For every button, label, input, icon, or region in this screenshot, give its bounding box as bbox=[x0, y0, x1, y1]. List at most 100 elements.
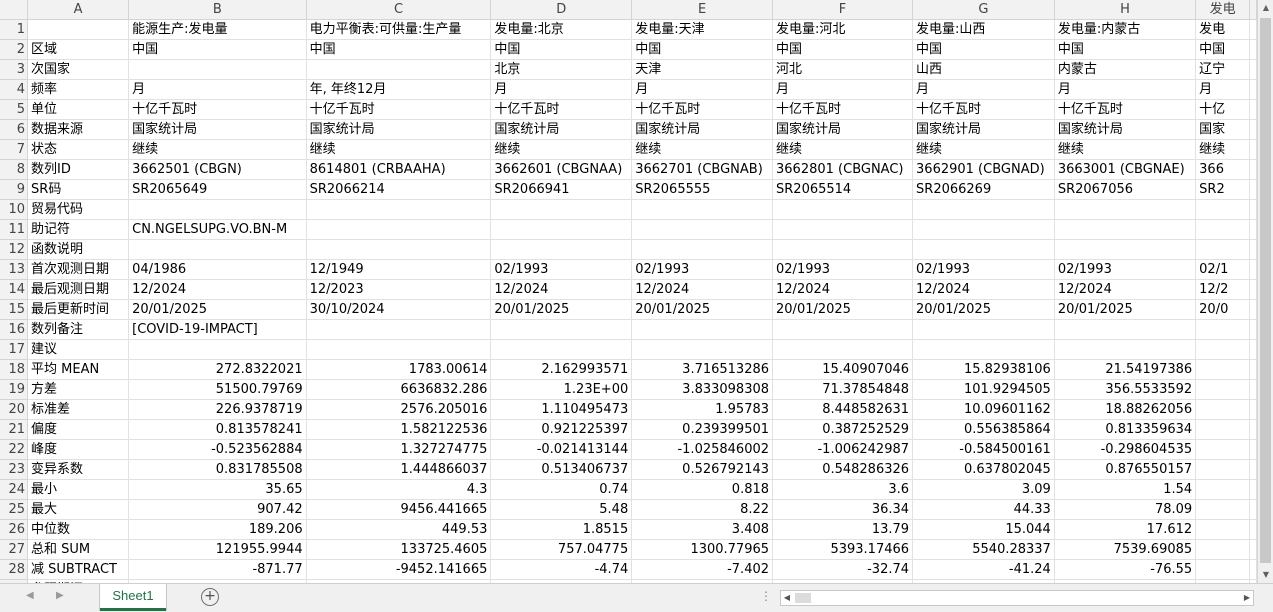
cell[interactable] bbox=[1249, 159, 1257, 180]
cell[interactable] bbox=[1195, 479, 1250, 500]
cell[interactable]: 十亿千瓦时 bbox=[1054, 99, 1197, 120]
cell[interactable] bbox=[1249, 59, 1257, 80]
cell[interactable] bbox=[1195, 519, 1250, 540]
cell[interactable] bbox=[1249, 379, 1257, 400]
cell[interactable] bbox=[1195, 499, 1250, 520]
cell[interactable]: 8.22 bbox=[631, 499, 774, 520]
cell[interactable]: 121955.9944 bbox=[128, 539, 307, 560]
cell[interactable]: 78.09 bbox=[1054, 499, 1197, 520]
cell[interactable]: -0.584500161 bbox=[912, 439, 1055, 460]
cell[interactable]: 年, 年终12月 bbox=[306, 79, 492, 100]
row-header[interactable]: 9 bbox=[0, 179, 29, 200]
row-header[interactable]: 2 bbox=[0, 39, 29, 60]
cell[interactable]: 1.54 bbox=[1054, 479, 1197, 500]
cell[interactable]: 3.09 bbox=[912, 479, 1055, 500]
cell[interactable]: 助记符 bbox=[27, 219, 130, 240]
cell[interactable]: 3662601 (CBGNAA) bbox=[490, 159, 633, 180]
cell[interactable]: 函数说明 bbox=[27, 239, 130, 260]
cell[interactable]: 北京 bbox=[490, 59, 633, 80]
cell[interactable]: 国家统计局 bbox=[306, 119, 492, 140]
cell[interactable] bbox=[490, 319, 633, 340]
cell[interactable]: SR2065649 bbox=[128, 179, 307, 200]
row-header[interactable]: 4 bbox=[0, 79, 29, 100]
cell[interactable]: 12/2024 bbox=[128, 279, 307, 300]
prev-sheet-icon[interactable]: ◀ bbox=[26, 590, 34, 601]
cell[interactable]: 月 bbox=[490, 79, 633, 100]
cell[interactable]: 12/2 bbox=[1195, 279, 1250, 300]
cell[interactable]: 山西 bbox=[912, 59, 1055, 80]
row-header[interactable]: 11 bbox=[0, 219, 29, 240]
cell[interactable] bbox=[772, 239, 914, 260]
cell[interactable]: -32.74 bbox=[772, 559, 914, 580]
cell[interactable] bbox=[128, 239, 307, 260]
row-header[interactable]: 3 bbox=[0, 59, 29, 80]
cell[interactable]: 20/01/2025 bbox=[1054, 299, 1197, 320]
cell[interactable]: 449.53 bbox=[306, 519, 492, 540]
cell[interactable] bbox=[1249, 219, 1257, 240]
cell[interactable] bbox=[306, 319, 492, 340]
cell[interactable]: 4.3 bbox=[306, 479, 492, 500]
cell[interactable]: 中国 bbox=[912, 39, 1055, 60]
cell[interactable]: 月 bbox=[631, 79, 774, 100]
cell[interactable] bbox=[128, 339, 307, 360]
cell[interactable]: 继续 bbox=[128, 139, 307, 160]
cell[interactable]: 1783.00614 bbox=[306, 359, 492, 380]
cell[interactable]: 中国 bbox=[1195, 39, 1250, 60]
cell[interactable] bbox=[306, 219, 492, 240]
cell[interactable]: 1.95783 bbox=[631, 399, 774, 420]
cell[interactable]: 继续 bbox=[490, 139, 633, 160]
cell[interactable]: 中国 bbox=[1054, 39, 1197, 60]
row-header[interactable]: 15 bbox=[0, 299, 29, 320]
cell[interactable]: 发电量:北京 bbox=[490, 19, 633, 40]
cell[interactable]: 189.206 bbox=[128, 519, 307, 540]
cell[interactable] bbox=[1249, 179, 1257, 200]
cell[interactable]: 1300.77965 bbox=[631, 539, 774, 560]
cell[interactable]: 15.044 bbox=[912, 519, 1055, 540]
column-header[interactable]: C bbox=[306, 0, 492, 20]
cell[interactable]: 十亿千瓦时 bbox=[306, 99, 492, 120]
column-header[interactable]: B bbox=[128, 0, 307, 20]
cell[interactable]: 21.54197386 bbox=[1054, 359, 1197, 380]
cell[interactable]: SR2 bbox=[1195, 179, 1250, 200]
cell[interactable]: 发电 bbox=[1195, 19, 1250, 40]
cell[interactable] bbox=[1249, 479, 1257, 500]
cell[interactable]: 5393.17466 bbox=[772, 539, 914, 560]
cell[interactable]: 2576.205016 bbox=[306, 399, 492, 420]
cell[interactable]: 36.34 bbox=[772, 499, 914, 520]
cell[interactable] bbox=[631, 219, 774, 240]
next-sheet-icon[interactable]: ▶ bbox=[56, 590, 64, 601]
column-header[interactable]: D bbox=[490, 0, 633, 20]
cell[interactable]: 中国 bbox=[490, 39, 633, 60]
cell[interactable] bbox=[1249, 99, 1257, 120]
cell[interactable]: 3662501 (CBGN) bbox=[128, 159, 307, 180]
cell[interactable]: 十亿千瓦时 bbox=[912, 99, 1055, 120]
spreadsheet-grid[interactable]: A B C D E F G H 发电 1 能源生产:发电量 电力平衡表:可供量:生产量 发电量:北京发… bbox=[0, 0, 1257, 583]
row-header[interactable]: 24 bbox=[0, 479, 29, 500]
cell[interactable]: 频率 bbox=[27, 79, 130, 100]
cell[interactable] bbox=[912, 239, 1055, 260]
cell[interactable]: 十亿千瓦时 bbox=[128, 99, 307, 120]
cell[interactable]: 0.831785508 bbox=[128, 459, 307, 480]
cell[interactable]: -9452.141665 bbox=[306, 559, 492, 580]
cell[interactable] bbox=[1249, 519, 1257, 540]
cell[interactable]: 02/1993 bbox=[1054, 259, 1197, 280]
cell[interactable]: 继续 bbox=[772, 139, 914, 160]
cell[interactable]: 内蒙古 bbox=[1054, 59, 1197, 80]
cell[interactable]: 2.162993571 bbox=[490, 359, 633, 380]
cell[interactable]: 发电量:内蒙古 bbox=[1054, 19, 1197, 40]
vertical-scrollbar[interactable]: ▲ ▼ bbox=[1257, 0, 1273, 583]
cell[interactable] bbox=[490, 199, 633, 220]
cell[interactable]: 02/1 bbox=[1195, 259, 1250, 280]
scroll-left-arrow-icon[interactable]: ◀ bbox=[781, 591, 793, 605]
cell[interactable]: 12/2024 bbox=[490, 279, 633, 300]
cell[interactable]: -76.55 bbox=[1054, 559, 1197, 580]
cell[interactable]: 1.110495473 bbox=[490, 399, 633, 420]
cell[interactable]: 71.37854848 bbox=[772, 379, 914, 400]
cell[interactable]: 月 bbox=[772, 79, 914, 100]
cell[interactable]: 13.79 bbox=[772, 519, 914, 540]
cell[interactable]: 平均 MEAN bbox=[27, 359, 130, 380]
row-header[interactable]: 26 bbox=[0, 519, 29, 540]
cell[interactable]: 国家统计局 bbox=[490, 119, 633, 140]
cell[interactable]: 中国 bbox=[772, 39, 914, 60]
cell[interactable] bbox=[1249, 199, 1257, 220]
